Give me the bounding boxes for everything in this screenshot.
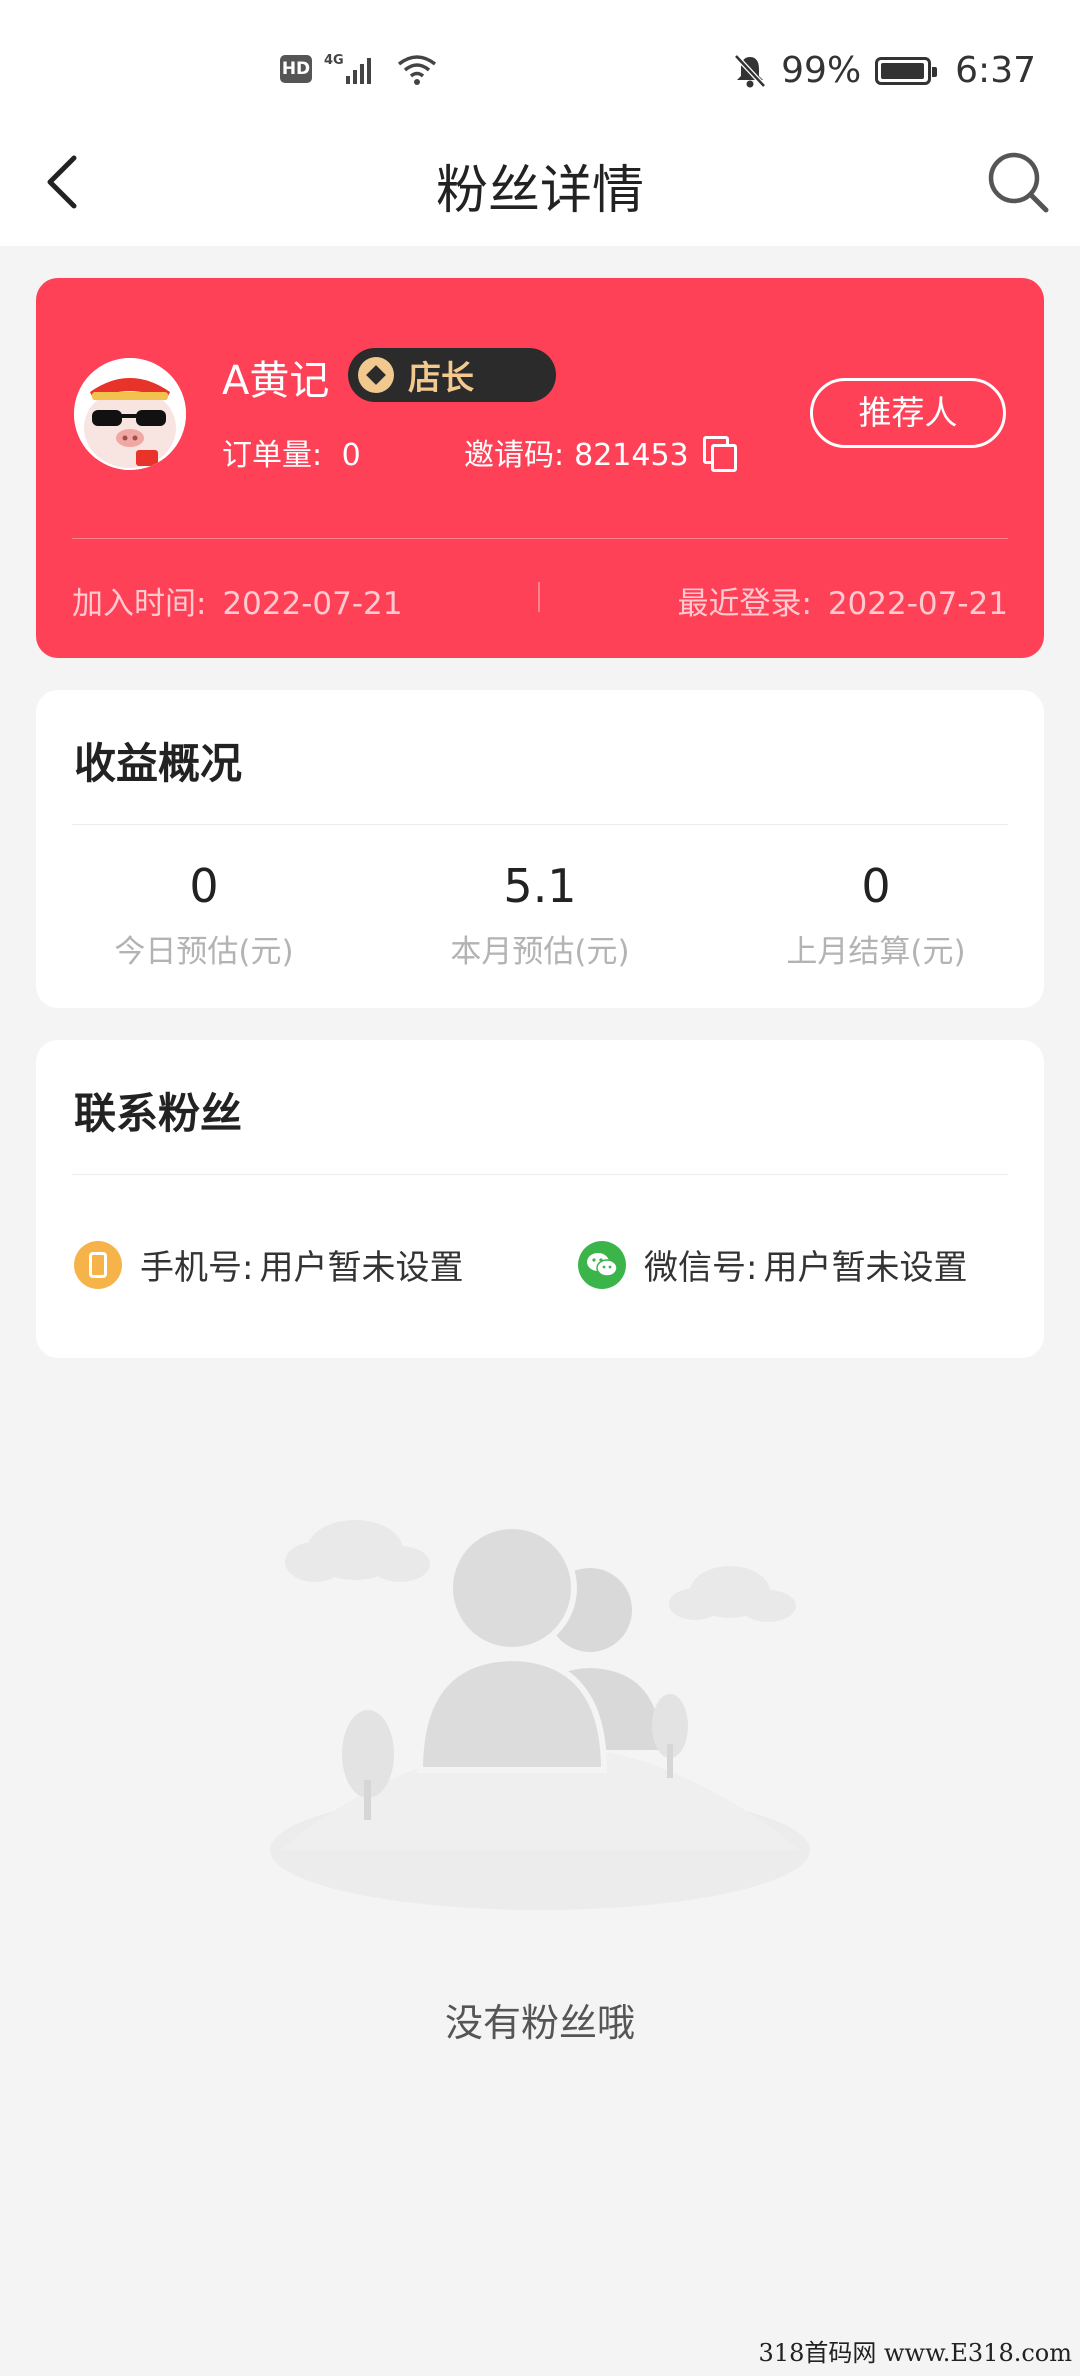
signal-icon: 4G	[324, 53, 371, 84]
order-count: 订单量: 0	[222, 430, 361, 474]
wechat-icon	[578, 1240, 626, 1289]
page-title: 粉丝详情	[435, 161, 644, 221]
phone-row[interactable]: 手机号: 用户暂未设置	[74, 1240, 463, 1289]
clock: 6:37	[955, 50, 1036, 91]
divider	[72, 824, 1008, 825]
status-right: 99% 6:37	[733, 50, 1036, 91]
stat-this-month: 5.1 本月预估(元)	[372, 858, 708, 971]
nav-bar: 粉丝详情	[0, 120, 1080, 246]
phone-value: 用户暂未设置	[259, 1248, 464, 1288]
pig-avatar-icon	[74, 358, 186, 470]
empty-state-text: 没有粉丝哦	[444, 2001, 635, 2045]
orders-value: 0	[341, 438, 361, 473]
stat-last-month: 0 上月结算(元)	[708, 858, 1044, 971]
role-label: 店长	[408, 358, 474, 397]
divider	[72, 1174, 1008, 1175]
bell-mute-icon	[734, 53, 766, 88]
login-value: 2022-07-21	[827, 586, 1008, 622]
invite-label: 邀请码:	[464, 438, 565, 473]
divider	[72, 538, 1008, 539]
watermark: 318首码网 www.E318.com	[758, 2339, 1072, 2367]
empty-fans-illustration	[270, 1520, 810, 1910]
wifi-icon	[397, 55, 437, 85]
earnings-stats: 0 今日预估(元) 5.1 本月预估(元) 0 上月结算(元)	[36, 858, 1044, 971]
last-login: 最近登录: 2022-07-21	[678, 578, 1008, 623]
stat-value: 0	[189, 859, 219, 913]
join-value: 2022-07-21	[222, 586, 403, 622]
earnings-title: 收益概况	[74, 739, 243, 788]
svg-text:4G: 4G	[324, 53, 344, 68]
avatar[interactable]	[74, 358, 186, 470]
referrer-button[interactable]: 推荐人	[810, 378, 1006, 448]
wechat-bubbles-icon	[587, 1252, 618, 1277]
divider	[538, 582, 540, 612]
phone-label: 手机号:	[140, 1248, 254, 1288]
invite-code: 邀请码: 821453	[464, 430, 737, 474]
search-icon[interactable]	[984, 148, 1052, 216]
earnings-card: 收益概况 0 今日预估(元) 5.1 本月预估(元) 0 上月结算(元)	[36, 690, 1044, 1008]
profile-card: A黄记 店长 订单量: 0 邀请码: 821453 推荐人 加入时间: 2022-…	[36, 278, 1044, 658]
wechat-label: 微信号:	[644, 1248, 758, 1288]
orders-label: 订单量:	[222, 438, 323, 473]
stat-label: 今日预估(元)	[114, 934, 294, 970]
join-label: 加入时间:	[72, 586, 207, 622]
phone-icon	[74, 1240, 122, 1289]
join-date: 加入时间: 2022-07-21	[72, 578, 402, 623]
battery-percent: 99%	[781, 50, 862, 91]
contact-card: 联系粉丝 手机号: 用户暂未设置 微信号: 用户暂未设置	[36, 1040, 1044, 1358]
nickname: A黄记	[222, 358, 330, 404]
copy-icon[interactable]	[702, 436, 737, 472]
role-badge: 店长	[348, 348, 556, 402]
stat-today: 0 今日预估(元)	[36, 858, 372, 971]
status-left: HD 4G	[280, 52, 438, 86]
login-label: 最近登录:	[677, 586, 812, 622]
diamond-icon	[358, 357, 394, 393]
status-bar: HD 4G 99% 6:37	[0, 0, 1080, 120]
stat-label: 本月预估(元)	[450, 934, 630, 970]
wechat-value: 用户暂未设置	[763, 1248, 968, 1288]
invite-value: 821453	[574, 438, 689, 473]
stat-label: 上月结算(元)	[786, 934, 966, 970]
stat-value: 5.1	[503, 859, 577, 913]
stat-value: 0	[861, 859, 891, 913]
hd-badge: HD	[280, 55, 312, 83]
battery-icon	[875, 56, 938, 85]
contact-title: 联系粉丝	[74, 1089, 243, 1138]
wechat-row[interactable]: 微信号: 用户暂未设置	[578, 1240, 967, 1289]
